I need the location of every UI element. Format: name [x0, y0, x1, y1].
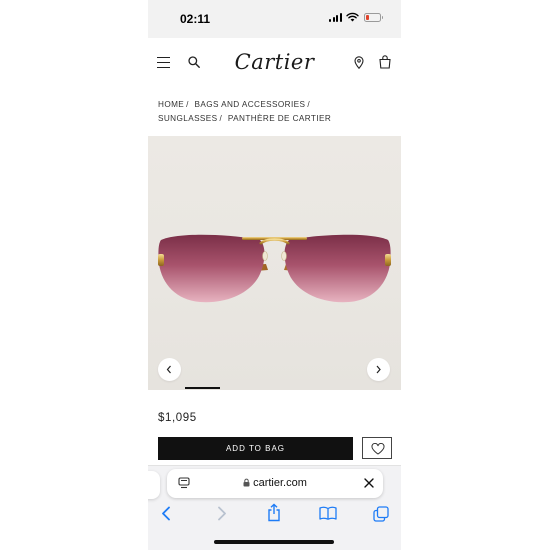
battery-level — [366, 15, 369, 20]
home-indicator — [214, 540, 334, 544]
product-image-sunglasses — [158, 234, 391, 303]
chevron-right-icon — [376, 365, 381, 374]
back-icon[interactable] — [161, 506, 171, 521]
browser-nav-row — [148, 503, 401, 525]
heart-icon — [371, 443, 385, 455]
breadcrumb-current: PANTHÈRE DE CARTIER — [227, 114, 332, 123]
domain-text: cartier.com — [253, 477, 307, 489]
previous-tab-preview[interactable] — [148, 471, 160, 499]
cellular-signal-icon — [329, 13, 342, 22]
breadcrumb-sunglasses[interactable]: SUNGLASSES — [158, 114, 218, 123]
carousel-prev-button[interactable] — [158, 358, 181, 381]
wifi-icon — [346, 12, 359, 22]
address-bar[interactable]: cartier.com — [167, 469, 383, 498]
phone-screen: 02:11 Cartier HOME / BAGS AND ACCESSORIE… — [148, 0, 401, 550]
breadcrumb-separator: / — [219, 114, 223, 123]
shopping-bag-icon[interactable] — [379, 55, 391, 69]
close-icon[interactable] — [364, 478, 374, 488]
chevron-left-icon — [166, 365, 171, 374]
breadcrumb-separator: / — [307, 100, 311, 109]
status-bar: 02:11 — [148, 0, 401, 38]
address-bar-domain: cartier.com — [167, 477, 383, 489]
breadcrumb-bags-accessories[interactable]: BAGS AND ACCESSORIES — [195, 100, 306, 109]
breadcrumb-home[interactable]: HOME — [158, 100, 184, 109]
tabs-icon[interactable] — [373, 506, 389, 522]
status-time: 02:11 — [180, 12, 211, 26]
forward-icon[interactable] — [217, 506, 227, 521]
add-to-bag-button[interactable]: ADD TO BAG — [158, 437, 353, 460]
carousel-next-button[interactable] — [367, 358, 390, 381]
breadcrumb: HOME / BAGS AND ACCESSORIES / SUNGLASSES / … — [158, 98, 394, 126]
location-pin-icon[interactable] — [354, 56, 364, 69]
carousel-indicator — [148, 387, 401, 389]
product-price: $1,095 — [158, 412, 197, 424]
share-icon[interactable] — [267, 503, 281, 522]
breadcrumb-separator: / — [186, 100, 189, 109]
battery-icon — [364, 13, 383, 22]
carousel-indicator-active[interactable] — [185, 387, 220, 389]
product-image-carousel[interactable] — [148, 136, 401, 390]
bookmarks-icon[interactable] — [319, 506, 337, 520]
lock-icon — [243, 478, 250, 487]
site-header: Cartier — [148, 40, 401, 88]
wishlist-button[interactable] — [362, 437, 392, 459]
